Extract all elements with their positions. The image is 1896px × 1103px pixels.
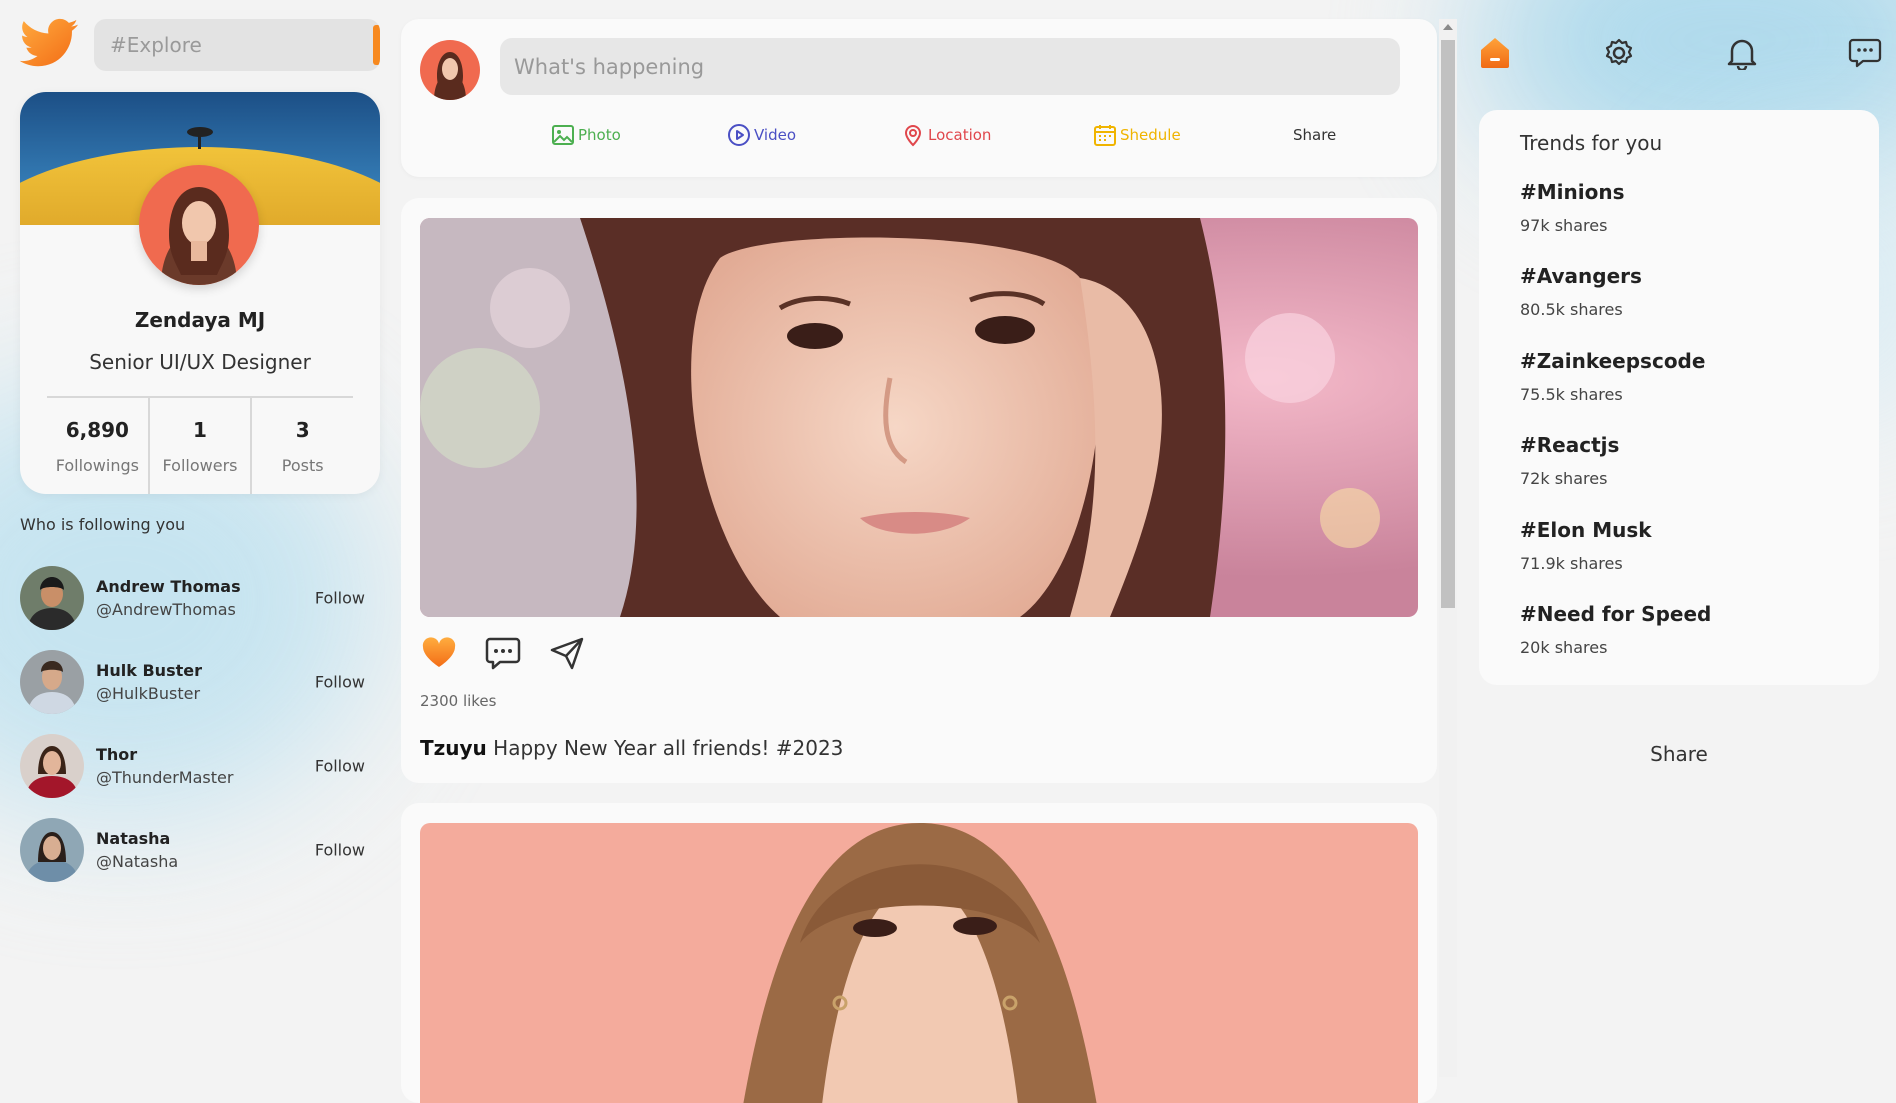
location-button[interactable]: Location [901,123,991,147]
profile-name: Zendaya MJ [134,308,266,332]
search-accent [373,25,380,65]
share-label: Share [1293,126,1337,144]
follower-handle: @Natasha [96,852,179,871]
compose-card: Photo Video Location Shedule Share [401,19,1437,177]
schedule-button[interactable]: Shedule [1093,123,1181,147]
trend-item[interactable]: #Elon Musk 71.9k shares [1520,518,1711,602]
post-image-2[interactable] [420,823,1418,1103]
trend-count: 71.9k shares [1520,553,1623,573]
heart-icon[interactable] [420,634,458,672]
twitter-logo-icon[interactable] [18,16,80,74]
trend-item[interactable]: #Avangers 80.5k shares [1520,264,1711,348]
search-bar[interactable] [94,19,380,71]
follower-name: Natasha [96,829,171,848]
follower-item: Natasha @Natasha Follow [20,808,365,892]
stat-followers[interactable]: 1 Followers [147,398,251,494]
trend-tag: #Avangers [1520,264,1642,289]
stat-value: 3 [295,417,310,442]
trends-list: #Minions 97k shares #Avangers 80.5k shar… [1520,180,1711,686]
stat-value: 1 [193,417,207,442]
stat-value: 6,890 [65,417,129,442]
follower-item: Hulk Buster @HulkBuster Follow [20,640,365,724]
follow-button[interactable]: Follow [315,841,365,860]
bell-icon[interactable] [1725,36,1759,72]
profile-role: Senior UI/UX Designer [89,350,311,374]
trend-tag: #Need for Speed [1520,601,1712,626]
stat-label: Followings [55,455,139,475]
post-card: 2300 likes Tzuyu Happy New Year all frie… [401,198,1437,783]
photo-label: Photo [578,126,621,144]
scrollbar-thumb[interactable] [1441,40,1455,608]
stat-label: Followers [162,455,238,475]
followers-heading: Who is following you [20,515,186,534]
trend-count: 80.5k shares [1520,300,1623,320]
schedule-label: Shedule [1120,126,1181,144]
compose-avatar[interactable] [420,40,480,100]
follower-name: Thor [96,745,138,764]
trend-tag: #Minions [1520,180,1625,204]
post-likes: 2300 likes [420,692,497,710]
compose-actions: Photo Video Location Shedule Share [551,123,1431,153]
trend-tag: #Reactjs [1520,433,1620,458]
follower-handle: @ThunderMaster [96,768,234,787]
follower-name: Andrew Thomas [96,577,241,596]
comment-icon[interactable] [484,634,522,672]
video-icon [728,124,750,146]
follower-item: Thor @ThunderMaster Follow [20,724,365,808]
video-button[interactable]: Video [727,123,796,147]
location-label: Location [928,126,992,144]
follow-button[interactable]: Follow [315,589,365,608]
message-icon[interactable] [1848,36,1882,70]
compose-input[interactable] [500,38,1400,95]
post-image[interactable] [420,218,1418,617]
post-author[interactable]: Tzuyu [420,736,487,760]
follower-handle: @HulkBuster [96,684,201,703]
gear-icon[interactable] [1602,36,1636,70]
profile-stats: 6,890 Followings 1 Followers 3 Posts [47,398,353,494]
follower-avatar[interactable] [20,818,84,882]
trend-item[interactable]: #Reactjs 72k shares [1520,433,1711,517]
post-text: Happy New Year all friends! #2023 [493,736,844,760]
scroll-up-arrow-icon[interactable] [1443,24,1453,30]
post-card-2 [401,803,1437,1103]
post-caption: Tzuyu Happy New Year all friends! #2023 [420,736,843,760]
location-icon [904,125,922,147]
trend-count: 20k shares [1520,637,1608,657]
share-button[interactable]: Share [1293,126,1336,144]
follower-handle: @AndrewThomas [96,600,236,619]
follower-avatar[interactable] [20,650,84,714]
stat-label: Posts [281,455,324,475]
trend-item[interactable]: #Zainkeepscode 75.5k shares [1520,349,1711,433]
trend-count: 75.5k shares [1520,384,1623,404]
follow-button[interactable]: Follow [315,673,365,692]
trend-count: 72k shares [1520,469,1608,489]
stat-posts[interactable]: 3 Posts [250,398,353,494]
top-nav-icons [1478,36,1882,76]
post-actions [420,634,586,672]
trend-item[interactable]: #Minions 97k shares [1520,180,1711,264]
trend-count: 97k shares [1520,216,1608,235]
photo-icon [552,125,574,145]
profile-card: Zendaya MJ Senior UI/UX Designer 6,890 F… [20,92,380,494]
trend-tag: #Elon Musk [1520,517,1652,542]
trend-tag: #Zainkeepscode [1520,348,1706,373]
photo-button[interactable]: Photo [551,123,621,147]
trends-card: Trends for you #Minions 97k shares #Avan… [1479,110,1879,685]
trends-title: Trends for you [1520,131,1663,155]
search-input[interactable] [108,32,366,58]
stat-followings[interactable]: 6,890 Followings [47,398,148,494]
follow-button[interactable]: Follow [315,757,365,776]
follower-avatar[interactable] [20,566,84,630]
profile-avatar[interactable] [139,165,259,285]
send-icon[interactable] [548,634,586,672]
follower-avatar[interactable] [20,734,84,798]
trend-item[interactable]: #Need for Speed 20k shares [1520,602,1711,686]
sidebar-share-button[interactable]: Share [1479,742,1879,766]
video-label: Video [754,126,797,144]
follower-item: Andrew Thomas @AndrewThomas Follow [20,556,365,640]
calendar-icon [1094,125,1116,146]
followers-list: Andrew Thomas @AndrewThomas Follow Hulk … [20,556,365,892]
home-icon[interactable] [1478,36,1512,70]
follower-name: Hulk Buster [96,661,202,680]
